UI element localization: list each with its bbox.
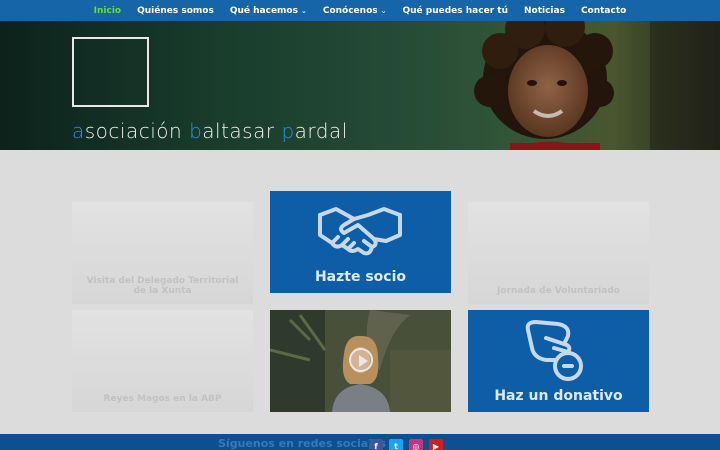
play-icon[interactable] [349,348,373,372]
nav-item-que-puedes-hacer[interactable]: Qué puedes hacer tú [402,6,508,16]
nav-item-conocenos[interactable]: Conócenos ⌄ [323,6,387,16]
instagram-icon[interactable]: ◎ [409,439,423,450]
donativo-card[interactable]: Haz un donativo [468,310,649,412]
nav-item-label: Qué puedes hacer tú [402,5,508,16]
news-card-visita[interactable]: Visita del Delegado Territorial de la Xu… [72,202,253,304]
nav-item-label: Contacto [580,5,627,16]
main-nav: Inicio Quiénes somos Qué hacemos ⌄ Conóce… [0,0,720,21]
chevron-down-icon: ⌄ [380,6,387,15]
twitter-icon[interactable]: t [389,439,403,450]
facebook-icon[interactable]: f [369,439,383,450]
nav-item-label: Inicio [93,5,122,16]
nav-item-noticias[interactable]: Noticias [524,6,565,16]
news-card-reyes[interactable]: Reyes Magos en la ABP [72,310,253,412]
nav-item-quienes-somos[interactable]: Quiénes somos [137,6,214,16]
org-name-part: altasar [202,119,282,143]
hero-banner: asociación baltasar pardal [0,21,720,150]
news-card-voluntariado[interactable]: Jornada de Voluntariado [468,202,649,304]
org-name-initial-b: b [189,119,203,143]
donate-hand-icon [525,320,583,381]
org-name-initial-p: p [281,119,295,143]
news-card-caption: Jornada de Voluntariado [497,286,620,296]
nav-item-label: Quiénes somos [137,5,214,16]
footer-social-bar: Síguenos en redes sociales f t ◎ ▶ [0,434,720,450]
hazte-socio-card[interactable]: Hazte socio [270,191,451,293]
nav-item-inicio[interactable]: Inicio [94,6,121,16]
org-name-part: sociación [84,119,190,143]
donativo-label: Haz un donativo [494,388,623,404]
hazte-socio-label: Hazte socio [314,269,407,285]
org-name[interactable]: asociación baltasar pardal [72,119,348,143]
org-name-initial-a: a [72,119,85,143]
follow-us-text: Síguenos en redes sociales [218,437,386,450]
nav-item-label: Conócenos [322,5,378,16]
org-name-part: ardal [294,119,348,143]
content-area: Visita del Delegado Territorial de la Xu… [0,150,720,434]
news-card-caption: Reyes Magos en la ABP [103,394,222,404]
handshake-icon [318,207,402,256]
logo-square[interactable] [72,37,149,107]
nav-item-label: Noticias [523,5,565,16]
chevron-down-icon: ⌄ [300,6,307,15]
news-card-caption: Visita del Delegado Territorial de la Xu… [86,276,239,296]
video-player[interactable] [270,310,451,412]
youtube-icon[interactable]: ▶ [429,439,443,450]
nav-item-que-hacemos[interactable]: Qué hacemos ⌄ [230,6,307,16]
nav-item-label: Qué hacemos [229,5,298,16]
nav-item-contacto[interactable]: Contacto [581,6,626,16]
